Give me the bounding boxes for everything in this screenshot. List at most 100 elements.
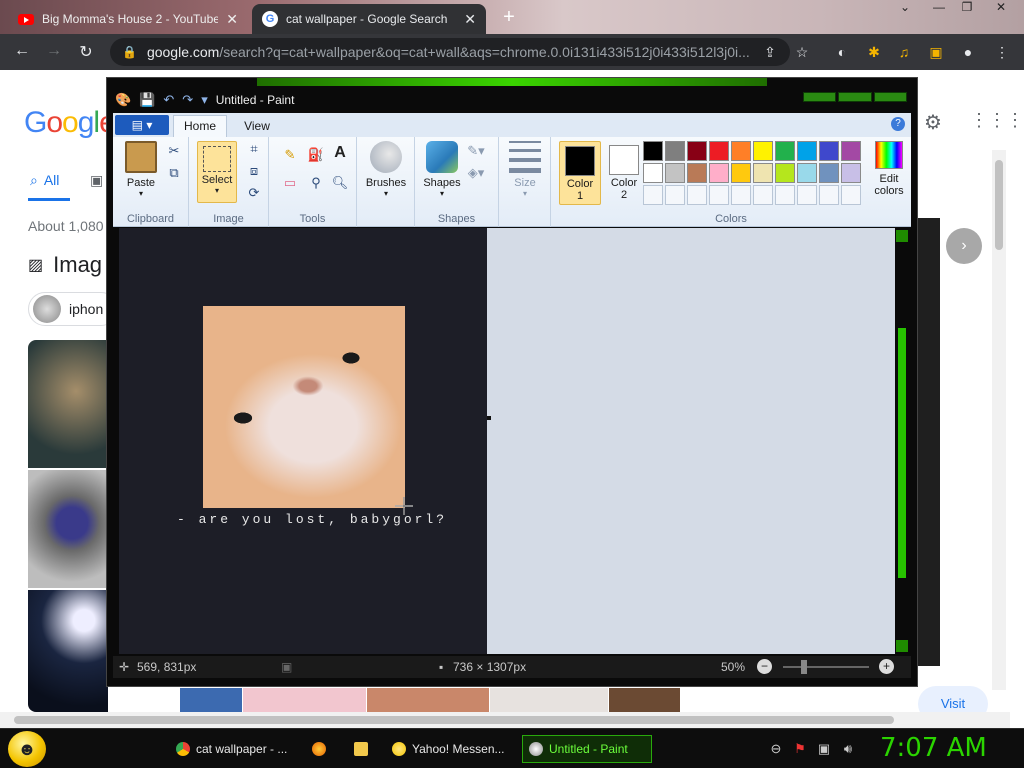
fill-icon[interactable]: ◈▾ <box>467 165 485 181</box>
size-button[interactable]: Size ▾ <box>505 141 545 198</box>
url-bar[interactable]: 🔒 google.com/search?q=cat+wallpaper&oq=c… <box>110 38 790 66</box>
new-tab-icon[interactable]: + <box>500 6 518 29</box>
canvas-resize-handle[interactable] <box>487 416 491 420</box>
brushes-button[interactable]: Brushes ▾ <box>361 141 411 198</box>
palette-color-swatch[interactable] <box>731 141 751 161</box>
taskbar-item-chrome[interactable]: cat wallpaper - ... <box>170 735 294 763</box>
pencil-icon[interactable]: ✎ <box>281 147 299 163</box>
puzzle-icon[interactable]: ✱ <box>866 44 882 60</box>
canvas-vertical-scrollbar[interactable] <box>895 228 909 654</box>
palette-empty-slot[interactable] <box>753 185 773 205</box>
close-button[interactable] <box>873 92 907 102</box>
taskbar-item-firefox[interactable] <box>306 735 336 763</box>
page-vertical-scrollbar[interactable] <box>992 150 1006 690</box>
magnifier-icon[interactable]: 🔍︎ <box>331 175 349 191</box>
scroll-down-arrow[interactable] <box>896 640 908 652</box>
menu-icon[interactable]: ⋮ <box>994 44 1010 60</box>
side-panel-icon[interactable]: ▣ <box>928 44 944 60</box>
chevron-down-icon[interactable]: ⌄ <box>890 0 920 18</box>
minimize-icon[interactable]: — <box>924 0 954 18</box>
color1-button[interactable]: Color 1 <box>559 141 601 205</box>
palette-color-swatch[interactable] <box>819 163 839 183</box>
save-icon[interactable]: 💾 <box>139 92 155 108</box>
color2-button[interactable]: Color 2 <box>603 141 645 205</box>
palette-color-swatch[interactable] <box>643 141 663 161</box>
page-horizontal-scrollbar[interactable] <box>0 712 1010 728</box>
image-result[interactable] <box>367 688 489 712</box>
scroll-thumb[interactable] <box>898 328 906 578</box>
image-result[interactable] <box>609 688 680 712</box>
select-button[interactable]: Select ▾ <box>197 141 237 203</box>
tab-youtube[interactable]: Big Momma's House 2 - YouTube ✕ <box>8 4 248 34</box>
palette-empty-slot[interactable] <box>687 185 707 205</box>
help-icon[interactable]: ? <box>891 117 905 131</box>
palette-color-swatch[interactable] <box>709 163 729 183</box>
start-button-smiley-icon[interactable]: ☻ <box>8 731 46 767</box>
palette-color-swatch[interactable] <box>819 141 839 161</box>
maximize-button[interactable] <box>838 92 872 102</box>
palette-color-swatch[interactable] <box>665 141 685 161</box>
star-icon[interactable]: ☆ <box>794 44 810 60</box>
fill-bucket-icon[interactable]: ⛽ <box>307 147 325 163</box>
scroll-thumb[interactable] <box>14 716 894 724</box>
palette-color-swatch[interactable] <box>797 141 817 161</box>
palette-empty-slot[interactable] <box>731 185 751 205</box>
rotate-icon[interactable]: ⟳ <box>245 185 263 201</box>
close-window-icon[interactable]: ✕ <box>986 0 1016 18</box>
close-icon[interactable]: ✕ <box>464 11 476 28</box>
image-result[interactable] <box>243 688 366 712</box>
crop-icon[interactable]: ⌗ <box>245 141 263 157</box>
tab-home[interactable]: Home <box>173 115 227 137</box>
palette-color-swatch[interactable] <box>687 163 707 183</box>
palette-color-swatch[interactable] <box>731 163 751 183</box>
palette-empty-slot[interactable] <box>665 185 685 205</box>
back-icon[interactable]: ← <box>12 42 32 60</box>
palette-color-swatch[interactable] <box>643 163 663 183</box>
action-center-flag-icon[interactable]: ⚑ <box>792 741 808 757</box>
clock[interactable]: 7:07 AM <box>880 733 987 763</box>
canvas-workspace[interactable]: - are you lost, babygorl? <box>119 228 895 654</box>
playlist-icon[interactable]: ♫ <box>896 44 912 60</box>
paint-app-icon[interactable]: 🎨 <box>115 92 131 108</box>
image-tab-icon[interactable]: ▣ <box>90 172 103 189</box>
profile-icon[interactable]: ● <box>960 44 976 60</box>
maximize-icon[interactable]: ❐ <box>952 0 982 18</box>
extension-flag-icon[interactable]: ◐ <box>834 44 850 60</box>
images-heading[interactable]: ▨ Imag <box>28 252 102 278</box>
close-icon[interactable]: ✕ <box>226 11 238 28</box>
palette-empty-slot[interactable] <box>775 185 795 205</box>
tab-google-search[interactable]: G cat wallpaper - Google Search ✕ <box>252 4 486 34</box>
image-result[interactable] <box>28 590 108 712</box>
image-result[interactable] <box>28 340 108 468</box>
text-icon[interactable]: A <box>331 145 349 161</box>
palette-empty-slot[interactable] <box>841 185 861 205</box>
zoom-out-button[interactable]: − <box>757 659 772 674</box>
zoom-in-button[interactable]: + <box>879 659 894 674</box>
tab-view[interactable]: View <box>237 117 277 137</box>
taskbar-item-yahoo-messenger[interactable]: Yahoo! Messen... <box>386 735 512 763</box>
next-arrow-icon[interactable]: › <box>946 228 982 264</box>
palette-empty-slot[interactable] <box>709 185 729 205</box>
palette-empty-slot[interactable] <box>797 185 817 205</box>
shapes-button[interactable]: Shapes ▾ <box>419 141 465 198</box>
image-result[interactable] <box>490 688 608 712</box>
redo-icon[interactable]: ↷ <box>182 92 193 108</box>
settings-gear-icon[interactable]: ⚙ <box>924 110 942 135</box>
forward-icon[interactable]: → <box>44 42 64 60</box>
copy-icon[interactable]: ⧉ <box>165 165 183 181</box>
related-chip[interactable]: iphon <box>28 292 118 326</box>
taskbar-item-explorer[interactable] <box>348 735 378 763</box>
image-result[interactable] <box>180 688 242 712</box>
volume-icon[interactable]: 🔊︎ <box>840 741 856 757</box>
zoom-slider[interactable] <box>783 666 869 668</box>
palette-empty-slot[interactable] <box>643 185 663 205</box>
palette-color-swatch[interactable] <box>665 163 685 183</box>
palette-color-swatch[interactable] <box>753 141 773 161</box>
palette-color-swatch[interactable] <box>775 141 795 161</box>
palette-color-swatch[interactable] <box>775 163 795 183</box>
resize-icon[interactable]: ⧈ <box>245 163 263 179</box>
network-icon[interactable]: ▣ <box>816 741 832 757</box>
minimize-button[interactable] <box>803 92 837 102</box>
share-icon[interactable]: ⇪ <box>762 44 778 60</box>
tray-status-icon[interactable]: ⊖ <box>768 741 784 757</box>
